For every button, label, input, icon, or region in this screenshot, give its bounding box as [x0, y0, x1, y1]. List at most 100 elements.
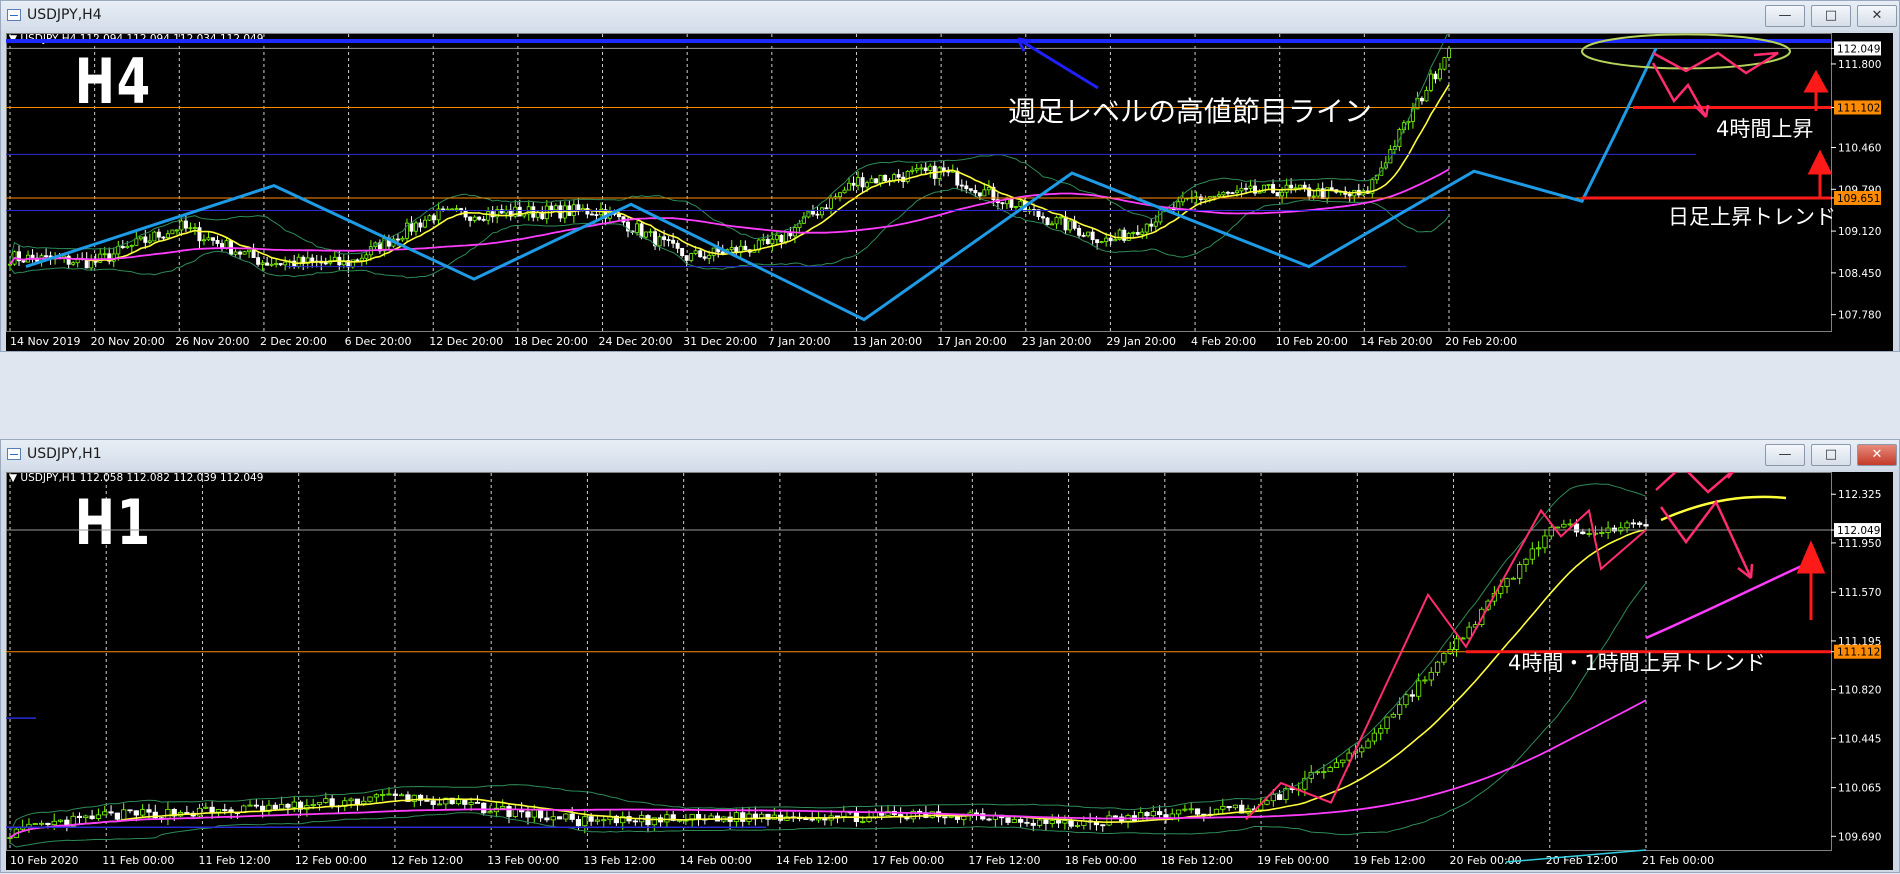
candle-body	[1000, 202, 1005, 205]
close-button[interactable]: ✕	[1857, 444, 1897, 466]
candle-body	[165, 809, 171, 819]
candle-body	[698, 250, 703, 258]
price-level-label: 110.820	[1838, 685, 1881, 697]
candle-body	[1298, 184, 1303, 189]
candle-body	[1264, 800, 1270, 805]
candle-body	[588, 816, 594, 822]
candle-body	[201, 239, 206, 242]
candle-body	[272, 804, 278, 810]
candle-body	[1226, 805, 1232, 809]
candle-body	[582, 816, 588, 827]
maximize-button[interactable]: □	[1811, 444, 1851, 466]
candle-body	[455, 799, 462, 805]
candle-body	[1428, 671, 1434, 681]
candle-body	[323, 262, 328, 265]
candle-body	[1100, 824, 1106, 827]
candle-body	[810, 210, 815, 215]
candle-body	[486, 211, 491, 221]
candle-body	[1419, 97, 1424, 102]
price-level-label: 107.780	[1838, 310, 1881, 322]
price-level-label: 111.800	[1838, 59, 1881, 71]
minimize-button[interactable]: —	[1765, 444, 1805, 466]
candle-body	[923, 167, 928, 171]
candle-body	[129, 244, 134, 247]
price-chart-h4[interactable]: 112.049111.800111.102110.460109.790109.6…	[6, 30, 1893, 351]
candle-body	[693, 250, 698, 254]
candle-body	[1144, 812, 1150, 817]
candle-body	[842, 189, 847, 194]
candle-body	[1055, 820, 1062, 824]
price-level-label: 110.460	[1838, 143, 1881, 155]
candle-body	[8, 263, 12, 266]
time-axis-label: 20 Nov 20:00	[91, 335, 165, 348]
candle-body	[209, 806, 215, 813]
candle-body	[71, 262, 76, 265]
price-chart-h1[interactable]: 112.325112.049111.950111.570111.195111.1…	[6, 464, 1893, 870]
window-titlebar-h1[interactable]: USDJPY,H1 — □ ✕	[1, 440, 1899, 470]
candle-body	[215, 239, 220, 244]
candle-body	[30, 254, 35, 259]
candle-body	[824, 207, 829, 210]
time-axis-label: 14 Nov 2019	[10, 335, 80, 348]
annotation-h4-h1-uptrend: 4時間・1時間上昇トレンド	[1508, 651, 1766, 675]
candle-body	[196, 807, 203, 817]
chart-window-icon	[7, 448, 21, 460]
candle-body	[809, 818, 815, 821]
candle-body	[121, 809, 127, 820]
candle-body	[986, 186, 991, 191]
candle-body	[140, 809, 146, 816]
candle-body	[51, 820, 57, 826]
candle-body	[430, 800, 436, 805]
candle-body	[959, 184, 964, 187]
candle-body	[550, 816, 556, 821]
price-level-label: 111.570	[1838, 587, 1881, 599]
candle-body	[1275, 192, 1280, 197]
candle-body	[1157, 811, 1163, 816]
candle-body	[512, 809, 518, 817]
candle-body	[1321, 771, 1327, 774]
candle-body	[617, 213, 621, 218]
candle-body	[675, 242, 680, 249]
time-axis-label: 10 Feb 20:00	[1276, 335, 1348, 348]
candle-body	[1248, 185, 1253, 189]
candle-body	[350, 259, 355, 268]
candle-body	[695, 814, 702, 820]
candle-body	[1140, 231, 1145, 235]
chart-window-h4[interactable]: USDJPY,H4 — □ ✕ 112.049 111.800 111.102 110…	[0, 0, 1900, 352]
chart-window-h1[interactable]: USDJPY,H1 — □ ✕ 112.325 112.049 111.950 111…	[0, 439, 1900, 873]
candle-body	[361, 800, 367, 805]
time-axis-label: 11 Feb 12:00	[198, 854, 270, 867]
candle-body	[222, 809, 228, 811]
candle-body	[108, 811, 114, 814]
minimize-button[interactable]: —	[1765, 5, 1805, 27]
candle-body	[133, 810, 139, 816]
candle-body	[1637, 522, 1643, 525]
maximize-button[interactable]: □	[1811, 5, 1851, 27]
window-titlebar-h4[interactable]: USDJPY,H4 — □ ✕	[1, 1, 1899, 31]
candle-body	[1194, 808, 1201, 815]
candle-body	[409, 222, 414, 232]
candle-body	[1567, 523, 1573, 526]
chart-area-h1[interactable]: 112.325 112.049 111.950 111.570 111.195 111.1…	[6, 464, 1893, 874]
candle-body	[38, 822, 45, 825]
candle-body	[1131, 232, 1136, 234]
chart-area-h4[interactable]: 112.049 111.800 111.102 110.460 109.790 109.6…	[6, 30, 1893, 355]
candle-body	[1347, 193, 1352, 197]
candle-body	[968, 188, 973, 191]
candle-body	[1415, 680, 1422, 697]
candle-body	[253, 804, 259, 807]
price-level-label: 110.065	[1838, 783, 1881, 795]
price-level-label: 109.120	[1838, 226, 1881, 238]
candle-body	[477, 216, 482, 220]
time-axis-label: 12 Feb 00:00	[295, 854, 367, 867]
candle-body	[102, 811, 108, 816]
price-level-label: 111.102	[1837, 102, 1880, 114]
candle-body	[468, 216, 473, 221]
candle-body	[251, 249, 256, 259]
time-axis-label: 13 Jan 20:00	[852, 335, 922, 348]
candle-body	[279, 803, 285, 810]
candle-body	[569, 813, 575, 820]
candle-body	[1428, 73, 1433, 91]
candle-body	[1244, 187, 1248, 190]
close-button[interactable]: ✕	[1857, 5, 1897, 27]
